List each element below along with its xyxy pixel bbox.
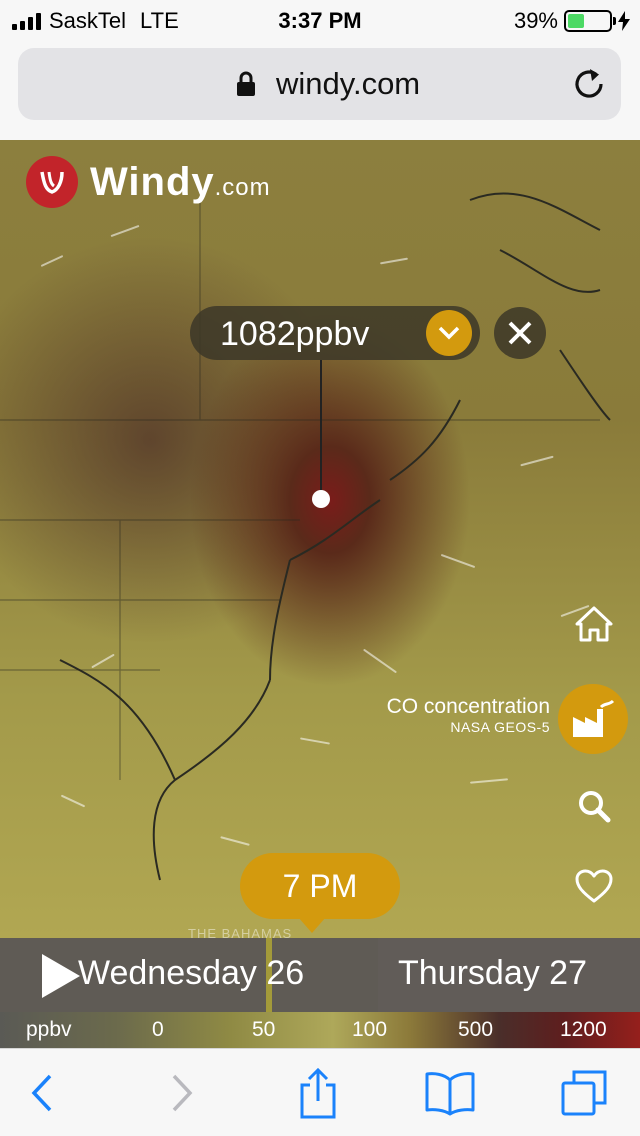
factory-icon[interactable] [558,684,628,754]
layer-name: CO concentration [386,695,550,718]
value-picker[interactable]: 1082ppbv [190,306,480,360]
layer-source: NASA GEOS-5 [450,719,550,735]
search-icon[interactable] [572,784,616,828]
close-icon[interactable] [494,307,546,359]
heart-icon[interactable] [572,864,616,908]
chevron-down-icon[interactable] [426,310,472,356]
windy-logo-icon [26,156,78,208]
home-icon[interactable] [572,602,616,646]
legend-tick: 1200 [560,1018,607,1041]
back-icon[interactable] [16,1067,68,1119]
current-time-bubble[interactable]: 7 PM [240,853,400,933]
status-bar: SaskTel LTE 3:37 PM 39% [0,0,640,40]
legend-tick: 50 [252,1018,276,1041]
tabs-icon[interactable] [558,1067,610,1119]
legend-tick: 0 [152,1018,164,1041]
weather-map[interactable]: Windy.com 1082ppbv CO concentration NASA… [0,140,640,938]
place-label: THE BAHAMAS [188,926,293,938]
picker-value: 1082ppbv [220,315,370,353]
browser-address-area: windy.com [0,40,640,140]
picker-pin-line [320,360,322,498]
timeline-bar[interactable]: Wednesday 26 Thursday 27 [0,938,640,1012]
url-text: windy.com [276,66,421,101]
play-icon[interactable] [42,954,80,998]
charging-icon [618,11,630,31]
reload-icon[interactable] [571,66,607,102]
bookmarks-icon[interactable] [424,1067,476,1119]
share-icon[interactable] [292,1067,344,1119]
map-coastlines [0,192,611,881]
layer-info[interactable]: CO concentration NASA GEOS-5 [387,695,550,735]
legend-tick: 100 [352,1018,388,1041]
color-legend: ppbv 0 50 100 500 1200 [0,1012,640,1048]
legend-tick: 500 [458,1018,494,1041]
day-label-2[interactable]: Thursday 27 [398,954,587,993]
legend-unit: ppbv [26,1018,72,1041]
windy-logo[interactable]: Windy.com [26,156,271,208]
battery-percent: 39% [513,8,558,33]
day-label-1: Wednesday 26 [78,954,305,992]
battery-icon [564,10,616,32]
brand-suffix: .com [214,173,271,201]
picker-location-dot[interactable] [312,490,330,508]
address-bar[interactable]: windy.com [18,48,621,120]
lock-icon [237,71,255,96]
safari-toolbar [0,1048,640,1136]
brand-name: Windy [90,159,215,204]
forward-icon[interactable] [156,1067,208,1119]
